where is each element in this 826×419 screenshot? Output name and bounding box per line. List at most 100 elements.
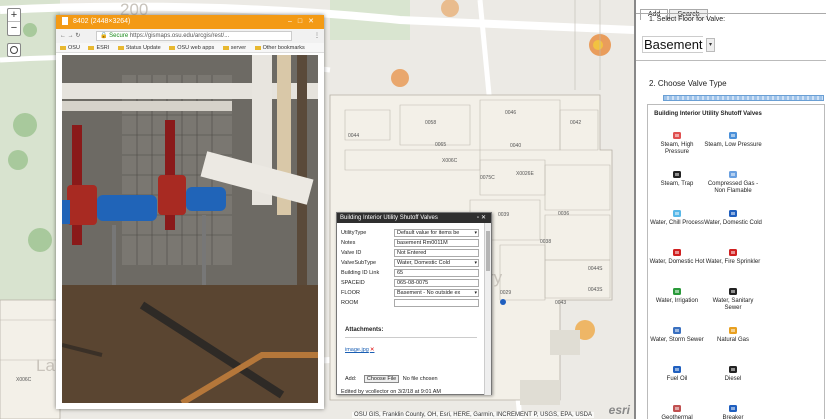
spaceid-field[interactable]: 065-08-0075 bbox=[394, 279, 479, 287]
scrollbar-thumb[interactable] bbox=[486, 231, 490, 271]
popup-scrollbar[interactable] bbox=[484, 223, 491, 395]
choose-file-button[interactable]: Choose File bbox=[363, 375, 400, 383]
utilitytype-select[interactable]: Default value for items be bbox=[394, 229, 479, 237]
room-label: 0075C bbox=[480, 175, 495, 181]
add-label: Add: bbox=[345, 376, 357, 382]
bookmark-esri[interactable]: ESRI bbox=[88, 45, 109, 51]
fuel-oil-icon bbox=[672, 365, 682, 374]
home-extent-button[interactable] bbox=[7, 43, 21, 57]
room-label: 0046 bbox=[505, 110, 517, 116]
valve-type-label: Water, Chill Process bbox=[650, 220, 704, 226]
delete-attachment-icon[interactable]: ✕ bbox=[370, 347, 375, 353]
valve-type-item[interactable]: Water, Domestic Hot bbox=[648, 248, 706, 266]
field-label-utilitytype: UtilityType bbox=[341, 230, 367, 236]
legend-title: Building Interior Utility Shutoff Valves bbox=[654, 111, 762, 117]
maximize-icon[interactable]: □ bbox=[298, 18, 308, 25]
notes-field[interactable]: basement Rm0011M bbox=[394, 239, 479, 247]
minimize-icon[interactable]: – bbox=[288, 18, 298, 25]
reload-icon[interactable]: ↻ bbox=[75, 33, 80, 39]
water-chill-icon bbox=[672, 209, 682, 218]
window-controls: –□✕ bbox=[288, 15, 320, 29]
browser-title: 8402 (2448×3264) bbox=[72, 18, 131, 25]
bookmark-server[interactable]: server bbox=[222, 45, 246, 51]
valve-photo bbox=[62, 55, 318, 403]
geothermal-icon bbox=[672, 404, 682, 413]
steam-trap-icon bbox=[672, 170, 682, 179]
building-id-field[interactable]: 65 bbox=[394, 269, 479, 277]
address-bar: ← → ↻ 🔒 Secure https://gismaps.osu.edu/a… bbox=[56, 29, 324, 43]
bookmark-osu-web-apps[interactable]: OSU web apps bbox=[169, 45, 214, 51]
valve-type-item[interactable]: Water, Sanitary Sewer bbox=[704, 287, 762, 312]
steam-low-icon bbox=[728, 131, 738, 140]
valve-type-item[interactable]: Water, Domestic Cold bbox=[704, 209, 762, 227]
bookmarks-bar: OSU ESRI Status Update OSU web apps serv… bbox=[56, 43, 324, 53]
url-text: https://gismaps.osu.edu/arcgis/rest/... bbox=[129, 33, 230, 39]
room-label: X006C bbox=[442, 158, 458, 164]
valve-type-item[interactable]: Diesel bbox=[704, 365, 762, 383]
room-label: 0044 bbox=[348, 133, 360, 139]
loading-bar-fill bbox=[664, 96, 823, 100]
steam-high-icon bbox=[672, 131, 682, 140]
field-label-building-id: Building ID Link bbox=[341, 270, 380, 276]
valve-type-label: Water, Fire Sprinkler bbox=[705, 259, 761, 265]
chevron-down-icon[interactable]: ▾ bbox=[706, 38, 715, 52]
floor-dropdown[interactable]: Basement bbox=[642, 36, 703, 53]
fire-sprinkler-icon bbox=[728, 248, 738, 257]
valve-type-label: Water, Domestic Cold bbox=[704, 220, 762, 226]
valve-type-item[interactable]: Water, Chill Process bbox=[648, 209, 706, 227]
diesel-icon bbox=[728, 365, 738, 374]
valve-type-item[interactable]: Compressed Gas - Non Flamable bbox=[704, 170, 762, 195]
close-icon[interactable]: ✕ bbox=[308, 18, 320, 25]
natural-gas-icon bbox=[728, 326, 738, 335]
attachments-divider bbox=[345, 337, 477, 338]
floor-select[interactable]: Basement - No outside ex bbox=[394, 289, 479, 297]
room-field[interactable] bbox=[394, 299, 479, 307]
bookmark-status-update[interactable]: Status Update bbox=[117, 45, 161, 51]
valve-type-item[interactable]: Fuel Oil bbox=[648, 365, 706, 383]
no-file-label: No file chosen bbox=[402, 376, 438, 382]
add-attachment-row: Add: Choose File No file chosen bbox=[345, 375, 438, 383]
zoom-in-button[interactable]: + bbox=[8, 9, 20, 22]
sanitary-sewer-icon bbox=[728, 287, 738, 296]
valve-type-item[interactable]: Water, Fire Sprinkler bbox=[704, 248, 762, 266]
valve-type-item[interactable]: Water, Irrigation bbox=[648, 287, 706, 305]
room-label: X0026E bbox=[516, 171, 534, 177]
field-label-spaceid: SPACEID bbox=[341, 280, 365, 286]
room-label: 0058 bbox=[425, 120, 437, 126]
valve-type-item[interactable]: Steam, Trap bbox=[648, 170, 706, 188]
valve-type-legend: Building Interior Utility Shutoff Valves… bbox=[647, 104, 825, 419]
room-label: 0036 bbox=[558, 211, 570, 217]
valve-type-item[interactable]: Breaker bbox=[704, 404, 762, 419]
valve-type-item[interactable]: Natural Gas bbox=[704, 326, 762, 344]
storm-sewer-icon bbox=[672, 326, 682, 335]
popup-title: Building Interior Utility Shutoff Valves bbox=[340, 215, 438, 221]
valve-id-field[interactable]: Not Entered bbox=[394, 249, 479, 257]
valvesubtype-select[interactable]: Water, Domestic Cold bbox=[394, 259, 479, 267]
back-icon[interactable]: ← bbox=[60, 33, 66, 39]
close-popup-icon[interactable]: ✕ bbox=[481, 215, 488, 221]
attachment-filename[interactable]: image.jpg bbox=[345, 347, 369, 353]
valve-type-item[interactable]: Water, Storm Sewer bbox=[648, 326, 706, 344]
edit-info: Edited by vcollector on 3/2/18 at 9:01 A… bbox=[341, 389, 441, 395]
valve-type-label: Geothermal bbox=[661, 415, 693, 419]
step1-label: 1. Select Floor for Valve: bbox=[649, 16, 726, 23]
bookmark-other[interactable]: Other bookmarks bbox=[254, 45, 305, 51]
breaker-icon bbox=[728, 404, 738, 413]
field-label-valvesubtype: ValveSubType bbox=[341, 260, 377, 266]
field-label-floor: FLOOR bbox=[341, 290, 360, 296]
room-label: 0043S bbox=[588, 287, 603, 293]
valve-type-item[interactable]: Steam, High Pressure bbox=[648, 131, 706, 156]
room-label: 0040 bbox=[510, 143, 522, 149]
field-label-valve-id: Valve ID bbox=[341, 250, 362, 256]
forward-icon[interactable]: → bbox=[68, 33, 74, 39]
bookmark-osu[interactable]: OSU bbox=[60, 45, 80, 51]
room-label: 0029 bbox=[500, 290, 512, 296]
valve-type-label: Water, Irrigation bbox=[655, 298, 699, 304]
zoom-out-button[interactable]: − bbox=[8, 22, 20, 35]
valve-type-label: Water, Sanitary Sewer bbox=[712, 298, 754, 311]
valve-type-item[interactable]: Steam, Low Pressure bbox=[704, 131, 762, 149]
attachment-link[interactable]: image.jpg✕ bbox=[345, 347, 374, 353]
browser-menu-icon[interactable]: ⋮ bbox=[314, 29, 320, 43]
valve-type-item[interactable]: Geothermal bbox=[648, 404, 706, 419]
url-field[interactable]: 🔒 Secure https://gismaps.osu.edu/arcgis/… bbox=[96, 31, 292, 41]
